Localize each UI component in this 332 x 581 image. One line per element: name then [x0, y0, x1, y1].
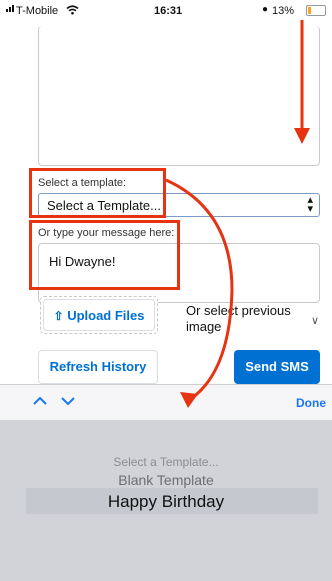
arrow-scroll-down: [294, 20, 310, 144]
arrow-to-picker: [165, 178, 234, 408]
annotation-arrows: [165, 20, 310, 408]
